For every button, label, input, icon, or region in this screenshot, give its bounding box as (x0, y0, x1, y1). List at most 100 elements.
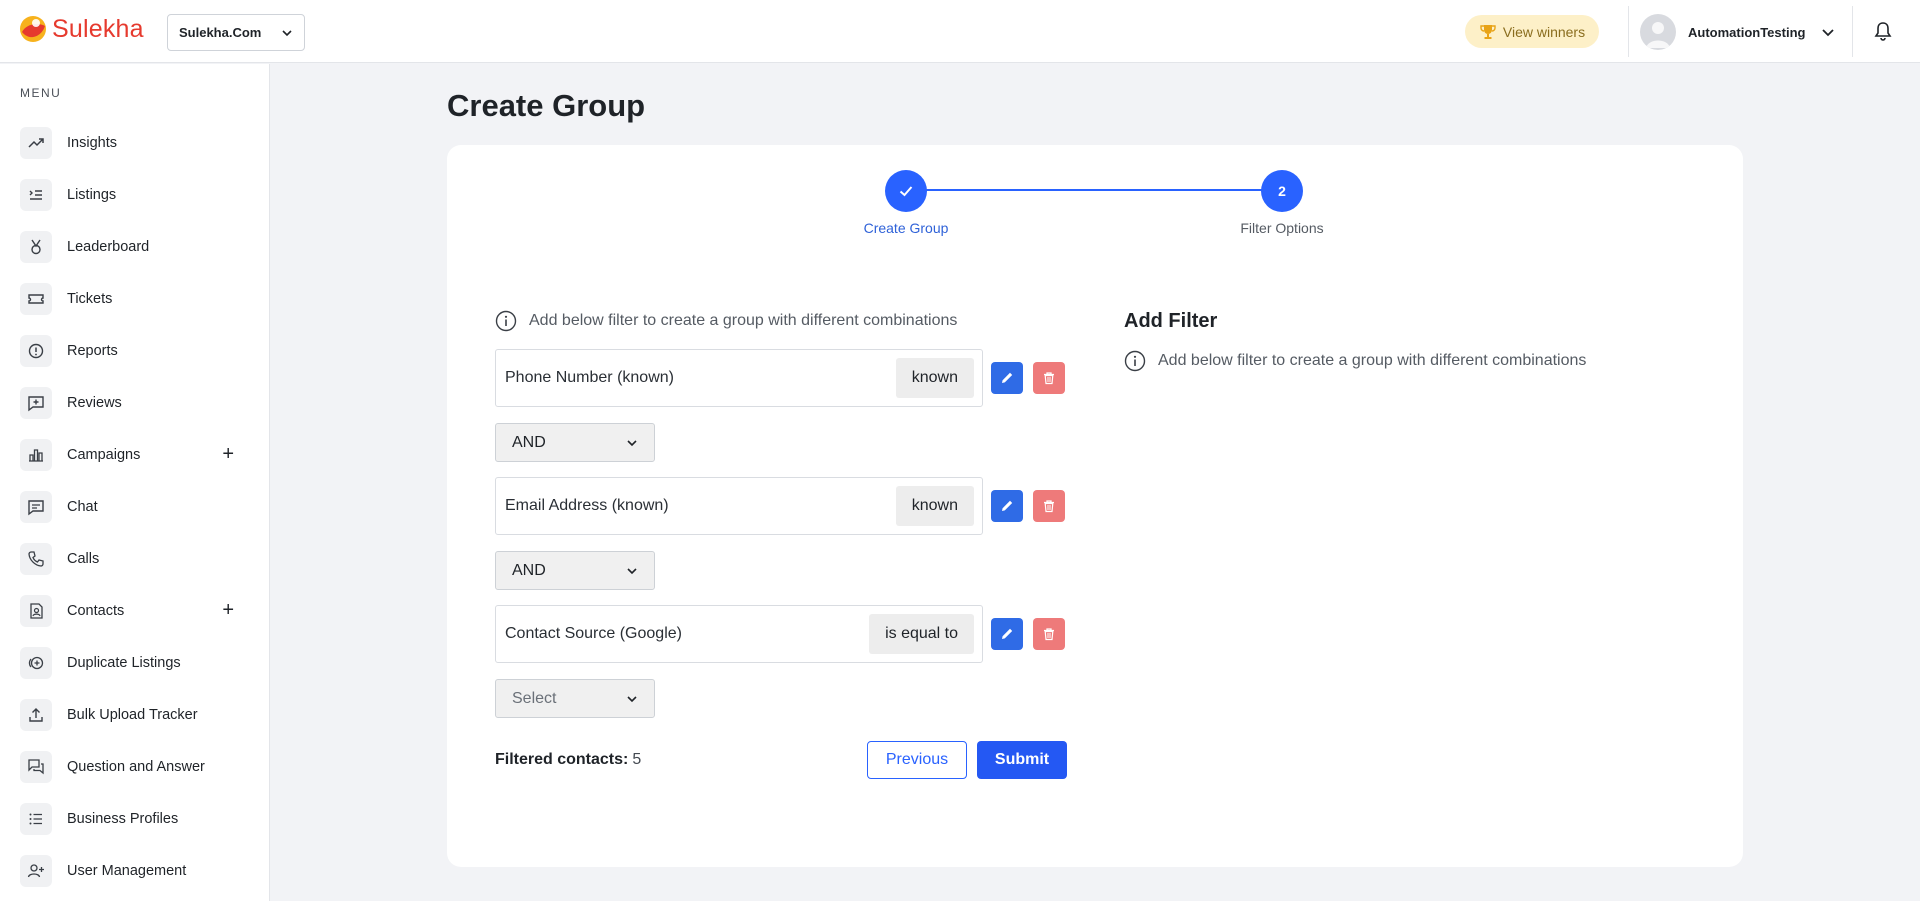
trophy-icon (1480, 24, 1496, 39)
upload-icon (20, 699, 52, 731)
filter-operator: is equal to (869, 614, 974, 654)
sidebar-item-label: Insights (67, 135, 117, 151)
sidebar-item-label: Business Profiles (67, 811, 179, 827)
filter-row-phone-number: Phone Number (known) known (495, 349, 983, 407)
filter-info-text: Add below filter to create a group with … (529, 312, 958, 329)
previous-button[interactable]: Previous (867, 741, 967, 779)
sidebar-item-label: Reports (67, 343, 118, 359)
connector-select[interactable]: AND (495, 423, 655, 462)
edit-filter-button[interactable] (991, 490, 1023, 522)
filter-row-contact-source: Contact Source (Google) is equal to (495, 605, 983, 663)
sidebar-item-leaderboard[interactable]: Leaderboard (20, 230, 250, 264)
sidebar-item-label: Leaderboard (67, 239, 150, 255)
filter-text: Email Address (known) (505, 497, 669, 514)
step-create-group-circle[interactable] (885, 170, 927, 212)
sidebar-item-tickets[interactable]: Tickets (20, 282, 250, 316)
sidebar-item-label: Tickets (67, 291, 113, 307)
logo-text: Sulekha (52, 14, 144, 43)
sidebar-item-chat[interactable]: Chat (20, 490, 250, 524)
info-icon (1124, 350, 1146, 372)
sidebar-item-contacts[interactable]: Contacts + (20, 594, 250, 628)
step-filter-options-label: Filter Options (1240, 220, 1324, 236)
bell-icon[interactable] (1872, 20, 1894, 42)
filter-operator: known (895, 486, 974, 526)
trash-icon (1044, 628, 1054, 641)
expand-plus-icon[interactable]: + (222, 442, 234, 466)
user-silhouette-icon (1646, 22, 1670, 48)
info-icon (495, 310, 517, 332)
divider (1628, 6, 1629, 57)
delete-filter-button[interactable] (1033, 362, 1065, 394)
bar-chart-icon (20, 439, 52, 471)
duplicate-icon (20, 647, 52, 679)
connector-placeholder: Select (512, 689, 557, 707)
add-filter-info-text: Add below filter to create a group with … (1158, 352, 1587, 369)
trash-icon (1044, 500, 1054, 513)
sidebar-item-bulk-upload-tracker[interactable]: Bulk Upload Tracker (20, 698, 250, 732)
sidebar-item-duplicate-listings[interactable]: Duplicate Listings (20, 646, 250, 680)
sidebar-item-campaigns[interactable]: Campaigns + (20, 438, 250, 472)
sidebar-item-insights[interactable]: Insights (20, 126, 250, 160)
chat-icon (20, 491, 52, 523)
contact-icon (20, 595, 52, 627)
logo-mark-icon (20, 16, 46, 42)
chevron-down-icon (627, 695, 637, 702)
trend-icon (20, 127, 52, 159)
sidebar: MENU Insights Listings Leaderboard Ticke… (0, 64, 270, 901)
chevron-down-icon (627, 439, 637, 446)
step-filter-options-circle[interactable]: 2 (1261, 170, 1303, 212)
stepper-progress-line (907, 189, 1282, 191)
sidebar-item-label: Campaigns (67, 447, 141, 463)
sidebar-item-business-profiles[interactable]: Business Profiles (20, 802, 250, 836)
sidebar-item-label: Bulk Upload Tracker (67, 707, 198, 723)
user-menu[interactable]: AutomationTesting (1640, 14, 1835, 50)
ticket-icon (20, 283, 52, 315)
sidebar-item-label: Listings (67, 187, 117, 203)
chevron-down-icon (1822, 29, 1835, 37)
user-add-icon (20, 855, 52, 887)
connector-value: AND (512, 433, 546, 451)
org-select[interactable]: Sulekha.Com (167, 14, 305, 51)
delete-filter-button[interactable] (1033, 490, 1065, 522)
chevron-down-icon (282, 29, 292, 36)
menu-label: MENU (20, 86, 62, 100)
user-name: AutomationTesting (1688, 24, 1806, 40)
avatar (1640, 14, 1676, 50)
sidebar-item-label: Reviews (67, 395, 122, 411)
add-filter-info: Add below filter to create a group with … (1124, 350, 1586, 372)
edit-filter-button[interactable] (991, 618, 1023, 650)
sulekha-logo[interactable]: Sulekha (18, 14, 144, 44)
sidebar-item-user-management[interactable]: User Management (20, 854, 250, 888)
qa-icon (20, 751, 52, 783)
add-filter-title: Add Filter (1124, 310, 1218, 332)
review-icon (20, 387, 52, 419)
filter-row-email-address: Email Address (known) known (495, 477, 983, 535)
sidebar-item-listings[interactable]: Listings (20, 178, 250, 212)
connector-select[interactable]: Select (495, 679, 655, 718)
sidebar-item-reports[interactable]: Reports (20, 334, 250, 368)
sidebar-item-label: Calls (67, 551, 100, 567)
edit-filter-button[interactable] (991, 362, 1023, 394)
phone-icon (20, 543, 52, 575)
submit-button[interactable]: Submit (977, 741, 1067, 779)
delete-filter-button[interactable] (1033, 618, 1065, 650)
org-select-value: Sulekha.Com (179, 25, 262, 40)
sidebar-item-label: Duplicate Listings (67, 655, 181, 671)
sidebar-item-calls[interactable]: Calls (20, 542, 250, 576)
divider (1852, 6, 1853, 57)
expand-plus-icon[interactable]: + (222, 598, 234, 622)
view-winners-button[interactable]: View winners (1465, 15, 1599, 48)
pencil-icon (1002, 372, 1013, 383)
list-icon (20, 803, 52, 835)
sidebar-item-reviews[interactable]: Reviews (20, 386, 250, 420)
connector-select[interactable]: AND (495, 551, 655, 590)
pencil-icon (1002, 500, 1013, 511)
listings-icon (20, 179, 52, 211)
page-title: Create Group (447, 88, 646, 123)
sidebar-item-question-and-answer[interactable]: Question and Answer (20, 750, 250, 784)
filter-info: Add below filter to create a group with … (495, 310, 957, 332)
sidebar-item-label: User Management (67, 863, 187, 879)
trash-icon (1044, 372, 1054, 385)
alert-circle-icon (20, 335, 52, 367)
check-icon (899, 186, 913, 197)
